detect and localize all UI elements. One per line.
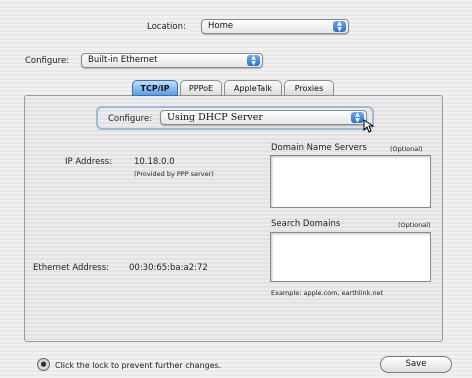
configure-label: Configure: [25,56,70,66]
dns-optional: (Optional) [390,145,423,153]
tcpip-configure-label: Configure: [108,114,153,124]
lock-icon[interactable]: ● [37,358,50,371]
location-value: Home [208,21,234,31]
updown-arrows-icon: ▲ ▼ [247,55,260,66]
ethernet-address-value: 00:30:65:ba:a2:72 [129,263,208,273]
ethernet-address-label: Ethernet Address: [33,263,110,273]
ip-address-label: IP Address: [65,157,113,167]
location-popup[interactable]: Home ▲ ▼ [201,19,349,34]
tcpip-configure-popup[interactable]: Using DHCP Server ▲ ▼ [160,110,367,125]
tab-proxies[interactable]: Proxies [284,80,334,96]
tab-tcpip[interactable]: TCP/IP [132,80,178,96]
dns-label: Domain Name Servers [271,143,367,153]
tab-pppoe[interactable]: PPPoE [180,80,222,96]
ip-address-value: 10.18.0.0 [134,157,175,167]
updown-arrows-icon: ▲ ▼ [333,21,346,32]
tab-panel [24,95,443,342]
location-label: Location: [147,22,186,32]
save-button[interactable]: Save [380,356,452,373]
example-text: Example: apple.com, earthlink.net [271,289,384,297]
cursor-arrow-icon [363,119,375,133]
configure-value: Built-in Ethernet [88,55,158,65]
configure-popup[interactable]: Built-in Ethernet ▲ ▼ [81,53,263,68]
ip-address-note: (Provided by PPP server) [134,170,214,178]
search-domains-field[interactable] [270,232,431,282]
tab-appletalk[interactable]: AppleTalk [224,80,282,96]
lock-text: Click the lock to prevent further change… [55,361,222,370]
search-optional: (Optional) [398,221,431,229]
dns-field[interactable] [270,155,431,208]
search-domains-label: Search Domains [271,219,341,229]
tcpip-configure-value: Using DHCP Server [167,112,263,123]
